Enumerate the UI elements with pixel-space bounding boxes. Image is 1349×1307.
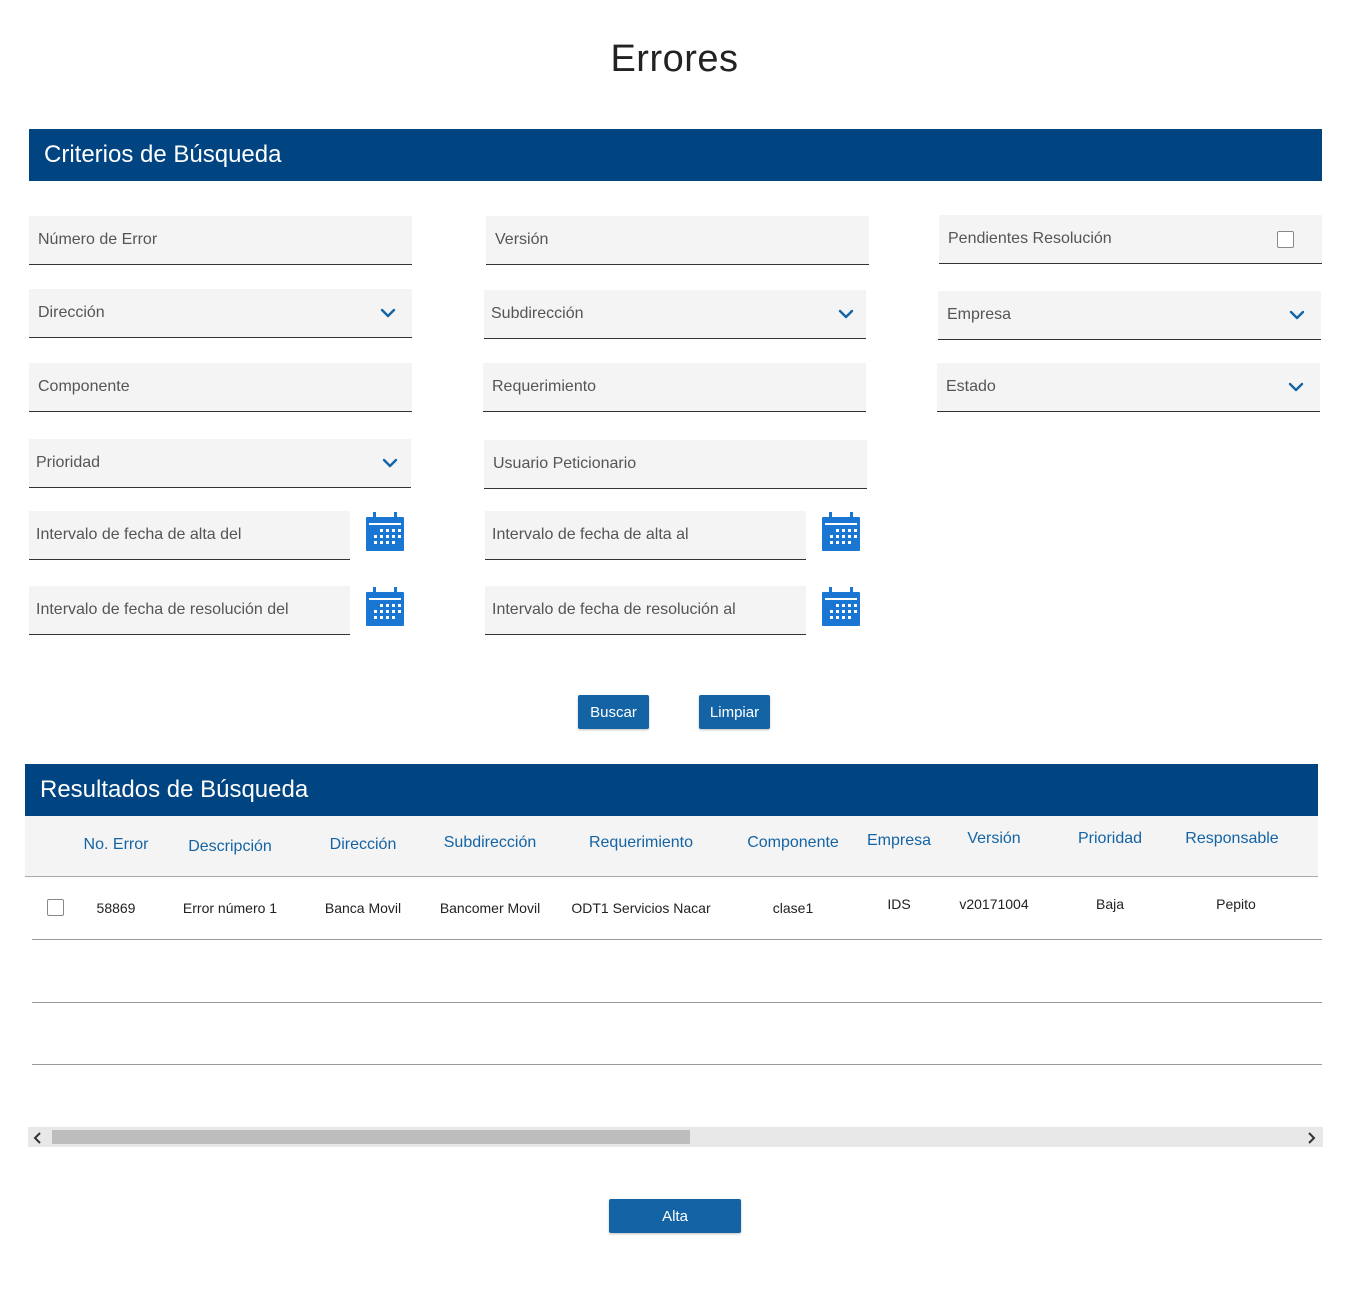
fecha-alta-al-field[interactable] [485,511,806,560]
column-header-version[interactable]: Versión [955,830,1033,848]
cell-responsable: Pepito [1216,896,1256,912]
search-button[interactable]: Buscar [578,695,649,729]
prioridad-select-label: Prioridad [36,454,101,471]
requerimiento-field[interactable] [483,363,866,412]
fecha-resolucion-del-field[interactable] [29,586,350,635]
search-results-title: Resultados de Búsqueda [40,776,309,803]
direccion-select[interactable]: Dirección [29,289,412,338]
chevron-down-icon [382,455,398,471]
column-header-responsable[interactable]: Responsable [1170,830,1294,848]
cell-prioridad: Baja [1095,896,1125,912]
chevron-down-icon [380,305,396,321]
row-checkbox[interactable] [47,899,64,916]
cell-no-error: 58869 [96,900,136,916]
calendar-icon[interactable] [365,512,405,552]
fecha-resolucion-al-input[interactable] [492,601,797,619]
usuario-peticionario-input[interactable] [493,455,858,473]
chevron-left-icon[interactable] [32,1131,44,1144]
empresa-select-label: Empresa [947,306,1012,323]
error-number-input[interactable] [38,231,403,249]
empresa-select[interactable]: Empresa [938,291,1321,340]
subdireccion-select[interactable]: Subdirección [484,290,866,339]
direccion-select-label: Dirección [38,304,105,321]
error-number-field[interactable] [29,216,412,265]
search-results-header: Resultados de Búsqueda [25,764,1318,816]
version-field[interactable] [486,216,869,265]
chevron-down-icon [1289,307,1305,323]
row-divider [32,1064,1322,1065]
estado-select[interactable]: Estado [937,363,1320,412]
cell-componente: clase1 [772,900,814,916]
cell-direccion: Banca Movil [324,900,402,916]
scrollbar-thumb[interactable] [52,1130,690,1144]
cell-descripcion: Error número 1 [182,900,278,916]
pending-resolution-label: Pendientes Resolución [948,230,1112,247]
subdireccion-select-label: Subdirección [491,305,584,322]
cell-empresa: IDS [887,896,911,912]
version-input[interactable] [495,231,860,249]
column-header-direccion[interactable]: Dirección [310,836,416,854]
search-criteria-title: Criterios de Búsqueda [44,141,282,168]
calendar-icon[interactable] [821,512,861,552]
pending-resolution-checkbox[interactable] [1277,230,1294,248]
cell-subdireccion: Bancomer Movil [439,900,541,916]
calendar-icon[interactable] [821,587,861,627]
calendar-icon[interactable] [365,587,405,627]
estado-select-label: Estado [946,378,996,395]
column-header-descripcion[interactable]: Descripción [170,838,290,856]
row-divider [32,1002,1322,1003]
fecha-alta-al-input[interactable] [492,526,797,544]
usuario-peticionario-field[interactable] [484,440,867,489]
fecha-resolucion-del-input[interactable] [36,601,341,619]
pending-resolution-field[interactable]: Pendientes Resolución [939,215,1322,264]
chevron-right-icon[interactable] [1305,1131,1317,1144]
fecha-alta-del-input[interactable] [36,526,341,544]
fecha-resolucion-al-field[interactable] [485,586,806,635]
prioridad-select[interactable]: Prioridad [29,439,411,488]
search-criteria-header: Criterios de Búsqueda [29,129,1322,181]
page-title: Errores [610,38,739,80]
column-header-componente[interactable]: Componente [730,834,856,852]
column-header-prioridad[interactable]: Prioridad [1060,830,1160,848]
row-divider [32,939,1322,940]
chevron-down-icon [838,306,854,322]
cell-version: v20171004 [959,896,1029,912]
alta-button[interactable]: Alta [609,1199,741,1233]
componente-field[interactable] [29,363,412,412]
componente-input[interactable] [38,378,403,396]
chevron-down-icon [1288,379,1304,395]
column-header-requerimiento[interactable]: Requerimiento [570,834,712,852]
column-header-no-error[interactable]: No. Error [70,836,162,854]
cell-requerimiento: ODT1 Servicios Nacar [571,900,711,916]
requerimiento-input[interactable] [492,378,857,396]
column-header-empresa[interactable]: Empresa [860,832,938,850]
column-header-subdireccion[interactable]: Subdirección [425,834,555,852]
fecha-alta-del-field[interactable] [29,511,350,560]
clear-button[interactable]: Limpiar [699,695,770,729]
